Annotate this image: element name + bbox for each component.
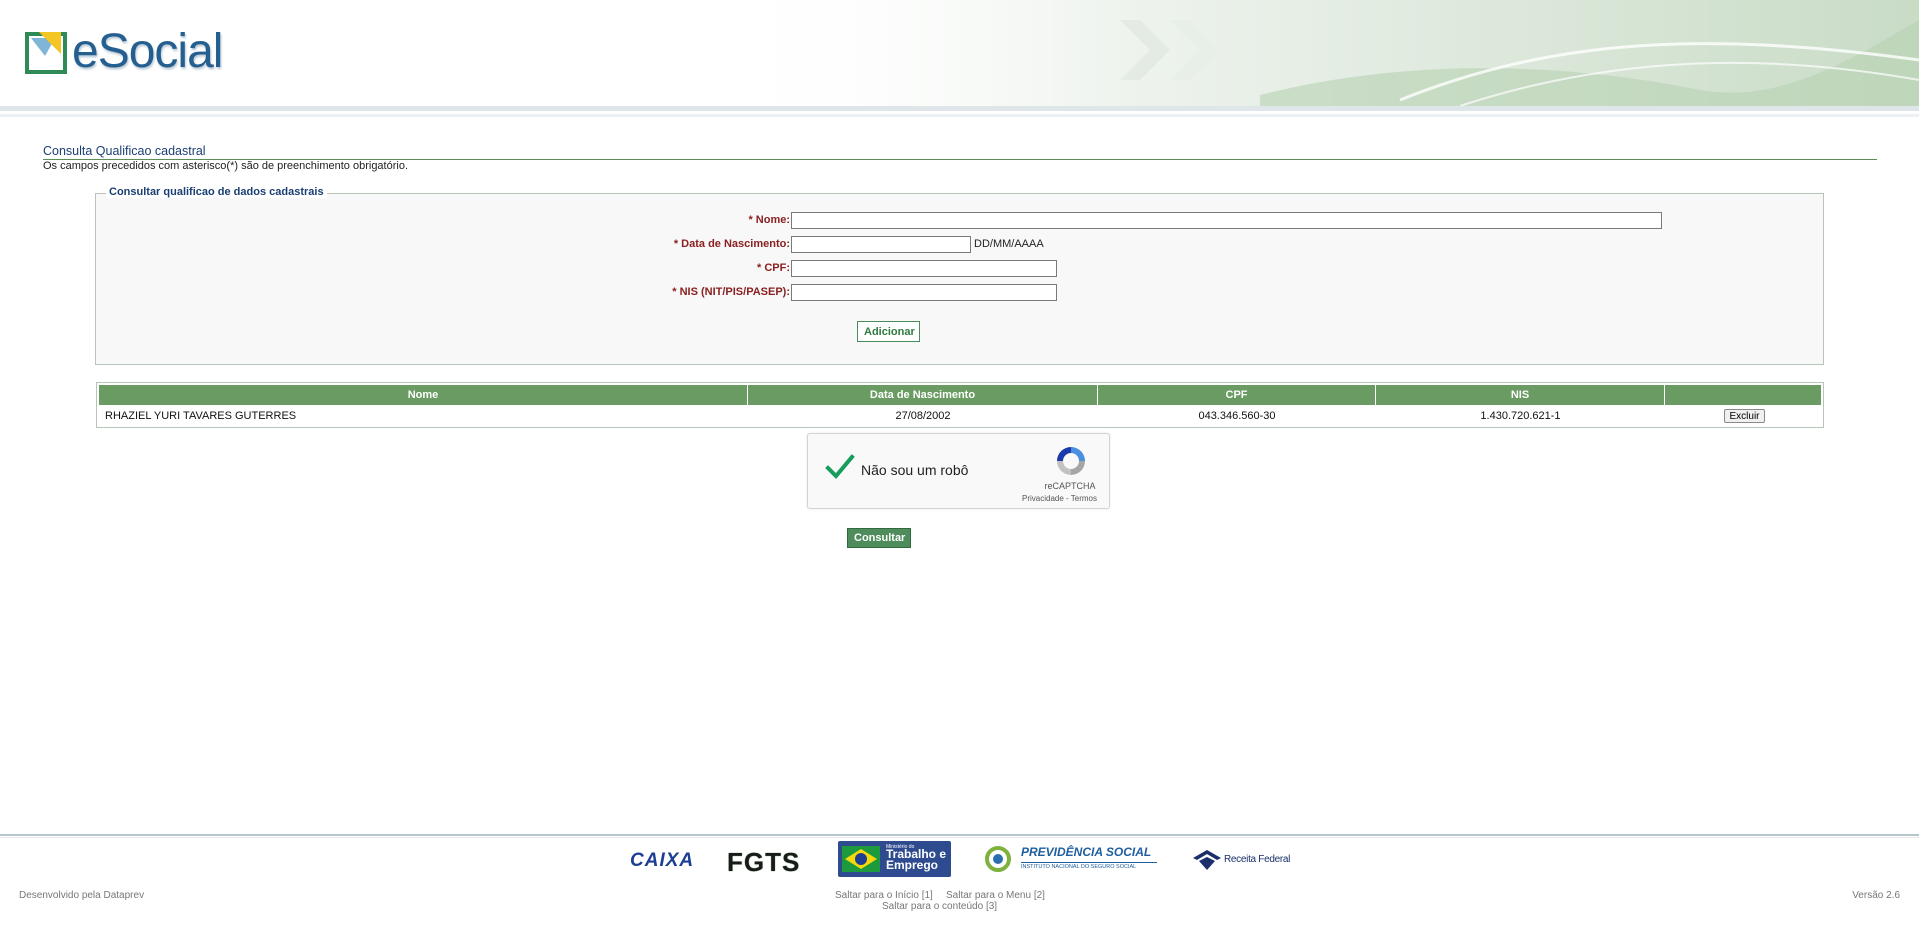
column-header-nome: Nome (99, 385, 748, 405)
cpf-input[interactable] (791, 260, 1057, 277)
privacy-link[interactable]: Privacidade (1022, 494, 1064, 503)
cell-cpf: 043.346.560-30 (1198, 410, 1276, 422)
recaptcha-brand: reCAPTCHA (1044, 481, 1096, 491)
column-header-nis: NIS (1376, 385, 1665, 405)
consultar-button[interactable]: Consultar (847, 528, 911, 548)
version-text: Versão 2.6 (1852, 890, 1900, 901)
results-table: Nome Data de Nascimento CPF NIS RHAZIEL … (96, 382, 1824, 428)
inss-text: INSTITUTO NACIONAL DO SEGURO SOCIAL (1021, 862, 1157, 870)
data-nascimento-label: * Data de Nascimento: (673, 238, 790, 250)
fieldset-legend: Consultar qualificao de dados cadastrais (106, 186, 327, 198)
receita-federal-logo: Receita Federal (1191, 848, 1291, 872)
brazil-flag-icon (842, 846, 880, 872)
receita-emblem-icon (1193, 850, 1221, 870)
excluir-button[interactable]: Excluir (1724, 409, 1765, 423)
fgts-logo: FGTS (727, 847, 801, 877)
nis-label: * NIS (NIT/PIS/PASEP): (672, 286, 790, 298)
page-title: Consulta Qualificao cadastral (43, 144, 206, 158)
footer-divider-light (0, 837, 1919, 838)
caixa-logo: CAIXA (630, 850, 695, 871)
column-header-action (1665, 385, 1821, 405)
header-divider (0, 106, 1919, 111)
nome-input[interactable] (791, 212, 1662, 229)
checkmark-icon[interactable] (825, 453, 855, 481)
terms-link[interactable]: Termos (1071, 494, 1097, 503)
previdencia-text: PREVIDÊNCIA SOCIAL (1021, 845, 1152, 859)
date-format-hint: DD/MM/AAAA (974, 238, 1044, 250)
cpf-label: * CPF: (757, 262, 790, 274)
recaptcha-label: Não sou um robô (861, 462, 969, 478)
column-header-data-nascimento: Data de Nascimento (748, 385, 1098, 405)
cell-nome: RHAZIEL YURI TAVARES GUTERRES (105, 410, 297, 422)
adicionar-button[interactable]: Adicionar (857, 321, 920, 342)
developed-by-text: Desenvolvido pela Dataprev (19, 890, 145, 901)
cell-data-nascimento: 27/08/2002 (895, 410, 951, 422)
trabalho-emprego-text: Trabalho e Emprego (886, 847, 947, 872)
recaptcha-links: Privacidade - Termos (1022, 494, 1097, 503)
cell-nis: 1.430.720.621-1 (1480, 410, 1561, 422)
page-subtitle: Os campos precedidos com asterisco(*) sã… (43, 160, 409, 172)
previdencia-logo: PREVIDÊNCIA SOCIAL INSTITUTO NACIONAL DO… (985, 844, 1157, 874)
footer-divider (0, 834, 1919, 836)
column-header-cpf: CPF (1098, 385, 1376, 405)
skip-to-menu-link[interactable]: Saltar para o Menu [2] (946, 890, 1045, 901)
logo-text: eSocial (72, 25, 223, 78)
recaptcha-logo-icon (1057, 447, 1085, 475)
header-divider-light (0, 114, 1919, 117)
previdencia-emblem-icon (985, 846, 1011, 872)
receita-text: Receita Federal (1224, 854, 1291, 865)
trabalho-emprego-logo: Ministério do Trabalho e Emprego (838, 841, 951, 877)
recaptcha-widget: Não sou um robô reCAPTCHA Privacidade - … (807, 433, 1110, 509)
skip-to-content-link[interactable]: Saltar para o conteúdo [3] (882, 901, 997, 912)
data-nascimento-input[interactable] (791, 236, 971, 253)
skip-to-start-link[interactable]: Saltar para o Início [1] (835, 890, 933, 901)
header: eSocial (0, 0, 1919, 106)
nome-label: * Nome: (748, 214, 790, 226)
header-decoration (700, 0, 1919, 106)
links-separator: - (1063, 494, 1071, 503)
nis-input[interactable] (791, 284, 1057, 301)
